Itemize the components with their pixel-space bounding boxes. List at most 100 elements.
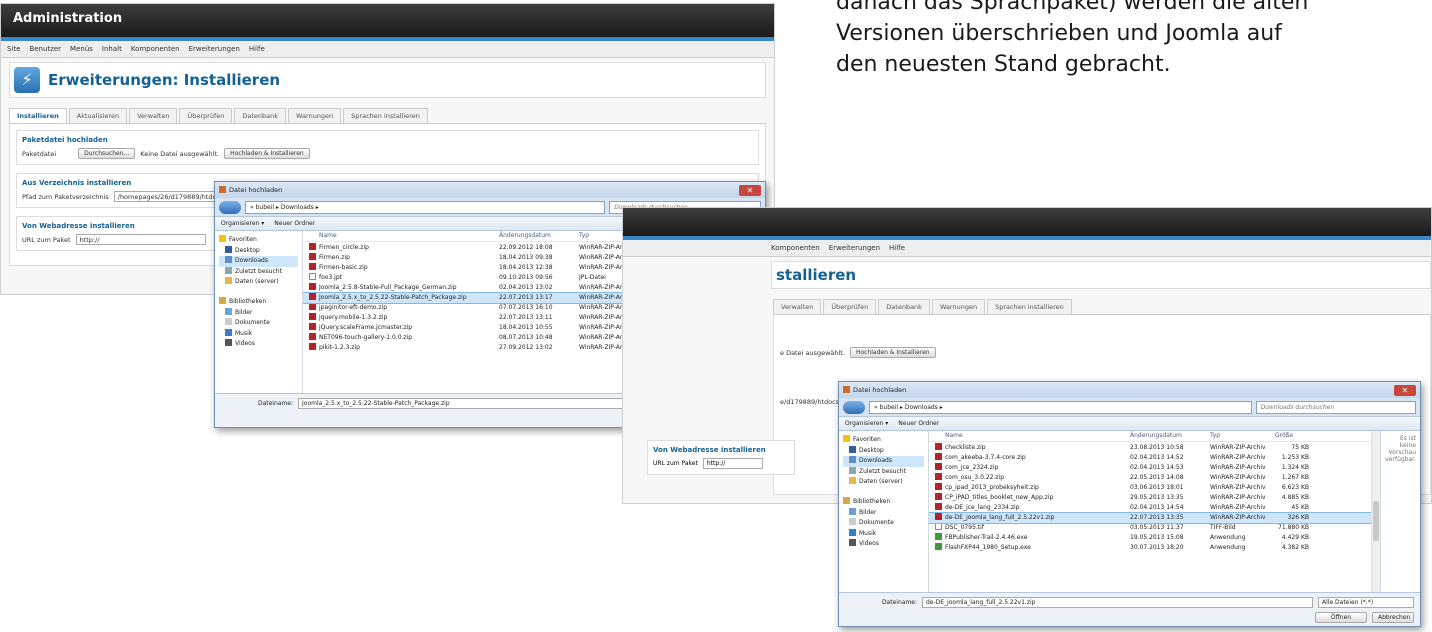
file-upload-dialog-2: Datei hochladen ✕ « bubeil ▸ Downloads ▸… (838, 381, 1421, 627)
tab-update[interactable]: Aktualisieren (68, 108, 128, 123)
file-row[interactable]: cp_ipad_2013_probeksyheit.zip 03.06.2013 … (929, 483, 1380, 493)
nav-recent[interactable]: Zuletzt besucht (843, 466, 924, 478)
url-input[interactable]: http:// (75, 234, 206, 245)
upload-install-button[interactable]: Hochladen & Installieren (224, 148, 310, 159)
filename-input[interactable]: de-DE_joomla_lang_full_2.5.22v1.zip (922, 597, 1313, 608)
tab-manage[interactable]: Verwalten (773, 299, 822, 314)
file-row[interactable]: FBPublisher-Trail-2.4.46.exe 19.05.2013 1… (929, 533, 1380, 543)
file-name: NET096-touch-gallery-1.0.0.zip (319, 334, 413, 341)
scrollbar[interactable] (1371, 431, 1380, 592)
file-list-header: Name Änderungsdatum Typ Größe (929, 431, 1380, 442)
path-breadcrumb[interactable]: « bubeil ▸ Downloads ▸ (245, 200, 606, 214)
admin-header (623, 208, 1431, 236)
tab-install-languages[interactable]: Sprachen installieren (987, 299, 1072, 314)
nav-desktop[interactable]: Desktop (843, 445, 924, 457)
browse-button[interactable]: Durchsuchen... (78, 148, 136, 159)
dialog-title: Datei hochladen (853, 386, 907, 394)
tab-warnings[interactable]: Warnungen (931, 299, 986, 314)
menu-item-help[interactable]: Hilfe (889, 244, 905, 252)
file-row[interactable]: com_osu_3.0.22.zip 22.05.2013 14:08 WinRAR… (929, 473, 1380, 483)
cancel-button[interactable]: Abbrechen (1372, 612, 1414, 623)
menu-item-help[interactable]: Hilfe (249, 45, 265, 53)
col-date[interactable]: Änderungsdatum (499, 231, 579, 241)
nav-pictures[interactable]: Bilder (843, 507, 924, 519)
col-date[interactable]: Änderungsdatum (1130, 431, 1210, 441)
filetype-select[interactable]: Alle Dateien (*.*) (1318, 597, 1414, 608)
tab-warnings[interactable]: Warnungen (288, 108, 342, 123)
nav-music[interactable]: Musik (219, 328, 298, 340)
tab-database[interactable]: Datenbank (878, 299, 930, 314)
new-folder-button[interactable]: Neuer Ordner (898, 420, 939, 427)
field-label: Paketdatei (22, 149, 57, 158)
file-row[interactable]: DSC_0795.tif 03.05.2013 11:37 TIFF-Bild 71.… (929, 523, 1380, 533)
menu-item-content[interactable]: Inhalt (102, 45, 122, 53)
nav-favorites[interactable]: Favoriten (843, 435, 924, 446)
file-row[interactable]: CP_iPAD_titles_booklet_new_App.zip 29.05.… (929, 493, 1380, 503)
nav-server-data[interactable]: Daten (server) (219, 277, 298, 288)
tab-database[interactable]: Datenbank (234, 108, 287, 123)
search-input[interactable]: Downloads durchsuchen (1255, 400, 1416, 414)
file-type: WinRAR-ZIP-Archiv (1210, 464, 1266, 471)
tab-install[interactable]: Installieren (9, 108, 67, 123)
path-breadcrumb[interactable]: « bubeil ▸ Downloads ▸ (869, 400, 1252, 414)
nav-downloads[interactable]: Downloads (843, 456, 924, 467)
tab-manage[interactable]: Verwalten (129, 108, 178, 123)
open-button[interactable]: Öffnen (1315, 612, 1367, 623)
upload-install-button[interactable]: Hochladen & Installieren (849, 347, 936, 358)
file-type: WinRAR-ZIP-Archiv (1210, 454, 1266, 461)
menu-item-extensions[interactable]: Erweiterungen (189, 45, 240, 53)
close-icon[interactable]: ✕ (1394, 384, 1416, 396)
nav-libraries[interactable]: Bibliotheken (219, 296, 298, 308)
file-row[interactable]: de-DE_jce_lang_2334.zip 02.04.2013 14:54 W… (929, 503, 1380, 513)
col-type[interactable]: Typ (1210, 431, 1275, 441)
menu-item-extensions[interactable]: Erweiterungen (829, 244, 880, 252)
nav-videos[interactable]: Videos (219, 339, 298, 350)
nav-desktop[interactable]: Desktop (219, 245, 298, 257)
file-name: com_jce_2324.zip (945, 464, 999, 471)
file-row[interactable]: checkliste.zip 23.08.2013 10:58 WinRAR-ZIP… (929, 443, 1380, 453)
install-tabs: Installieren Aktualisieren Verwalten Übe… (9, 108, 766, 124)
field-label: URL zum Paket (22, 235, 71, 244)
col-name[interactable]: Name (319, 231, 499, 241)
nav-favorites[interactable]: Favoriten (219, 235, 298, 246)
address-bar: « bubeil ▸ Downloads ▸ Downloads durchsu… (839, 398, 1420, 416)
install-from-url-section: Von Webadresse installieren URL zum Pake… (647, 440, 795, 475)
file-type: TIFF-Bild (1210, 524, 1236, 531)
url-input[interactable]: http:// (702, 458, 763, 469)
nav-server-data[interactable]: Daten (server) (843, 477, 924, 488)
exe-file-icon (935, 533, 942, 540)
menu-item-users[interactable]: Benutzer (29, 45, 61, 53)
file-row[interactable]: de-DE_joomla_lang_full_2.5.22v1.zip 22.07… (929, 512, 1380, 524)
tab-discover[interactable]: Überprüfen (179, 108, 233, 123)
file-row[interactable]: com_akeeba-3.7.4-core.zip 02.04.2013 14:5… (929, 453, 1380, 463)
file-row[interactable]: com_jce_2324.zip 02.04.2013 14:53 WinRAR-Z… (929, 463, 1380, 473)
nav-documents[interactable]: Dokumente (843, 518, 924, 529)
filename-input[interactable]: Joomla_2.5.x_to_2.5.22-Stable-Patch_Pack… (298, 398, 658, 409)
organize-button[interactable]: Organisieren ▾ (221, 220, 264, 227)
nav-recent[interactable]: Zuletzt besucht (219, 266, 298, 278)
zip-file-icon (935, 483, 942, 490)
back-forward-icon[interactable] (219, 200, 241, 214)
nav-downloads[interactable]: Downloads (219, 256, 298, 267)
tab-install-languages[interactable]: Sprachen installieren (343, 108, 428, 123)
menu-item-components[interactable]: Komponenten (771, 244, 820, 252)
col-name[interactable]: Name (945, 431, 1130, 441)
file-date: 08.07.2013 10:48 (499, 334, 553, 341)
menu-item-site[interactable]: Site (7, 45, 20, 53)
menu-item-components[interactable]: Komponenten (131, 45, 180, 53)
tab-discover[interactable]: Überprüfen (823, 299, 877, 314)
col-size[interactable]: Größe (1275, 431, 1315, 441)
nav-videos[interactable]: Videos (843, 539, 924, 550)
nav-pictures[interactable]: Bilder (219, 307, 298, 319)
nav-documents[interactable]: Dokumente (219, 318, 298, 329)
file-date: 09.10.2013 09:56 (499, 274, 553, 281)
menu-item-menus[interactable]: Menüs (70, 45, 93, 53)
nav-libraries[interactable]: Bibliotheken (843, 496, 924, 508)
organize-button[interactable]: Organisieren ▾ (845, 420, 888, 427)
zip-file-icon (309, 323, 316, 330)
close-icon[interactable]: ✕ (739, 184, 761, 196)
new-folder-button[interactable]: Neuer Ordner (274, 220, 315, 227)
file-row[interactable]: FlashFXP44_1980_Setup.exe 30.07.2013 18:2… (929, 543, 1380, 553)
back-forward-icon[interactable] (843, 400, 865, 414)
nav-music[interactable]: Musik (843, 528, 924, 540)
